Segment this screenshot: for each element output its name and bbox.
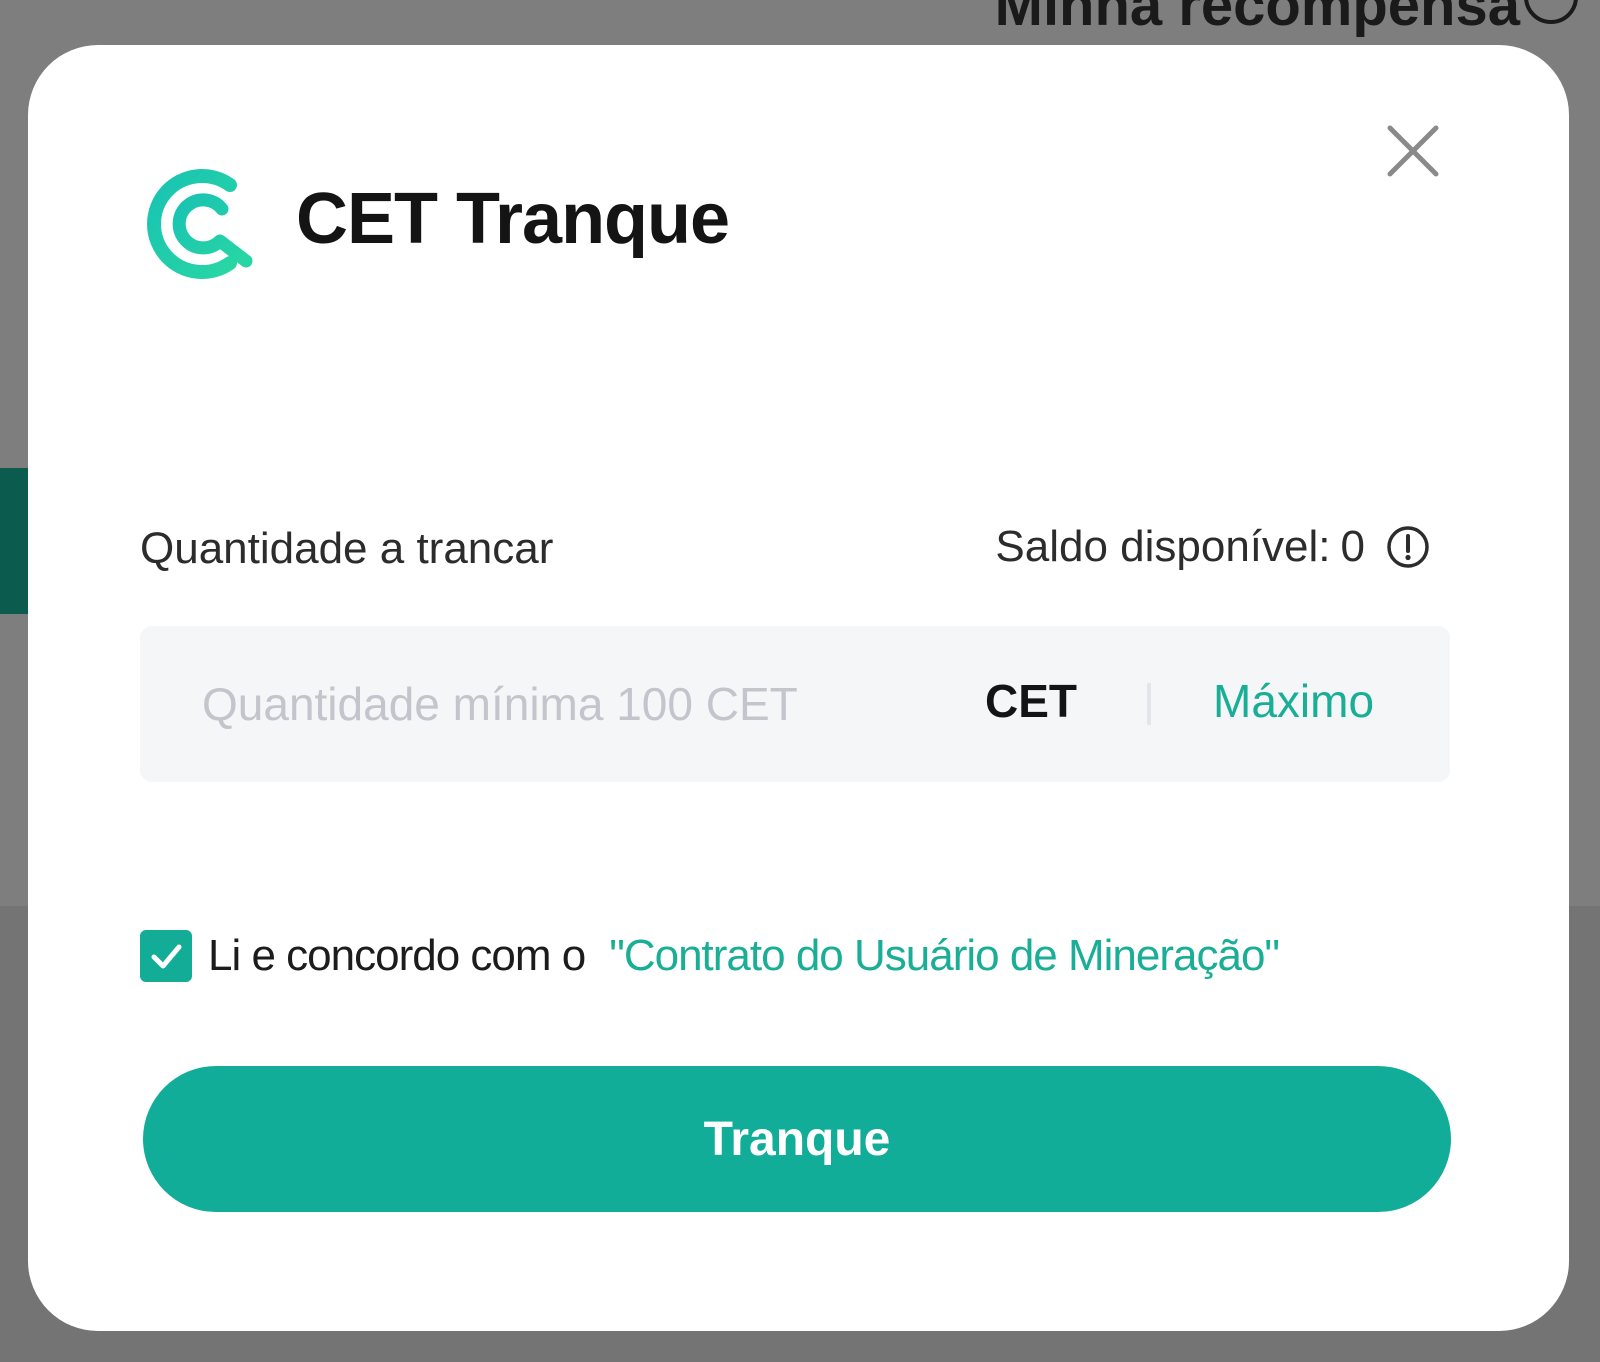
coinex-logo-icon <box>138 163 260 285</box>
agreement-row: Li e concordo com o "Contrato do Usuário… <box>140 930 1280 982</box>
agreement-text: Li e concordo com o <box>208 931 586 980</box>
background-info-icon <box>1524 0 1578 24</box>
agreement-checkbox[interactable] <box>140 930 192 982</box>
available-balance: Saldo disponível: 0 <box>995 522 1431 572</box>
mining-agreement-link[interactable]: "Contrato do Usuário de Mineração" <box>609 931 1280 981</box>
check-icon <box>151 944 182 969</box>
amount-input-group: CET Máximo <box>140 626 1450 782</box>
close-icon[interactable] <box>1380 118 1446 184</box>
currency-unit: CET <box>985 675 1077 727</box>
balance-label: Saldo disponível: <box>995 522 1331 571</box>
background-left-bar <box>0 468 30 614</box>
lock-dialog: CET Tranque Quantidade a trancar Saldo d… <box>28 45 1569 1331</box>
amount-label: Quantidade a trancar <box>140 524 554 573</box>
balance-value: 0 <box>1340 522 1365 571</box>
input-divider <box>1147 683 1151 725</box>
info-icon[interactable] <box>1385 524 1431 570</box>
background-reward-link: Minha recompensa <box>994 0 1520 38</box>
max-button[interactable]: Máximo <box>1213 674 1374 728</box>
lock-submit-button[interactable]: Tranque <box>143 1066 1451 1212</box>
dialog-title: CET Tranque <box>296 179 730 259</box>
amount-input[interactable] <box>202 662 922 746</box>
